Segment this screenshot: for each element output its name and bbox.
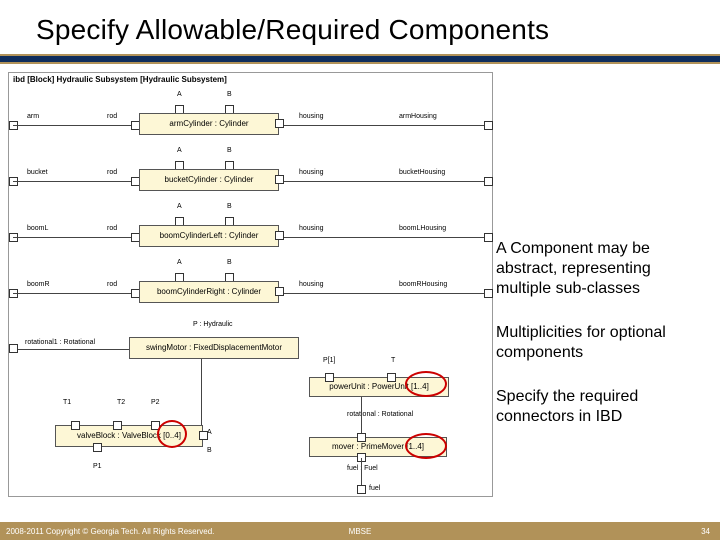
- highlight-circle: [157, 420, 187, 448]
- port-label: A: [177, 147, 182, 154]
- flow-port[interactable]: [484, 233, 493, 242]
- port[interactable]: [113, 421, 122, 430]
- port-label: T1: [63, 399, 71, 406]
- port-label: boomR: [27, 281, 50, 288]
- port-label: arm: [27, 113, 39, 120]
- port-label: boomRHousing: [399, 281, 447, 288]
- port-label: B: [227, 91, 232, 98]
- slide-title: Specify Allowable/Required Components: [0, 0, 720, 54]
- port-label: bucket: [27, 169, 48, 176]
- port-label: boomLHousing: [399, 225, 446, 232]
- ibd-diagram: ibd [Block] Hydraulic Subsystem [Hydraul…: [8, 72, 493, 497]
- port[interactable]: [357, 433, 366, 442]
- port-label: boomL: [27, 225, 48, 232]
- highlight-circle: [405, 371, 447, 397]
- port-label: B: [207, 447, 212, 454]
- port-label: P : Hydraulic: [193, 321, 233, 328]
- port-label: A: [177, 203, 182, 210]
- port[interactable]: [275, 287, 284, 296]
- port-label: fuel: [369, 485, 380, 492]
- port-label: T2: [117, 399, 125, 406]
- port-label: B: [227, 259, 232, 266]
- port-label: rod: [107, 113, 117, 120]
- highlight-circle: [405, 433, 447, 459]
- port-label: B: [227, 203, 232, 210]
- connector: [13, 125, 139, 126]
- port-label: rod: [107, 225, 117, 232]
- port-label: housing: [299, 225, 324, 232]
- connector: [284, 293, 488, 294]
- port-label: A: [177, 91, 182, 98]
- connector: [361, 397, 362, 433]
- accent-bar: [0, 54, 720, 64]
- port-label: T: [391, 357, 395, 364]
- port[interactable]: [275, 175, 284, 184]
- note-text: Multiplicities for optional components: [496, 323, 696, 363]
- port-label: housing: [299, 113, 324, 120]
- port-label: P2: [151, 399, 160, 406]
- port-label: armHousing: [399, 113, 437, 120]
- port-label: rotational : Rotational: [347, 411, 413, 418]
- note-text: Specify the required connectors in IBD: [496, 387, 696, 427]
- connector: [284, 237, 488, 238]
- page-number: 34: [701, 527, 710, 536]
- connector: [284, 181, 488, 182]
- port-label: fuel : Fuel: [347, 465, 378, 472]
- block-cylinder[interactable]: armCylinder : Cylinder: [139, 113, 279, 135]
- connector: [13, 349, 131, 350]
- connector: [13, 181, 139, 182]
- port-label: rotational1 : Rotational: [25, 339, 95, 346]
- connector: [284, 125, 488, 126]
- block-cylinder[interactable]: bucketCylinder : Cylinder: [139, 169, 279, 191]
- port[interactable]: [93, 443, 102, 452]
- port-label: B: [227, 147, 232, 154]
- flow-port[interactable]: [484, 177, 493, 186]
- side-notes: A Component may be abstract, representin…: [496, 239, 696, 451]
- flow-port[interactable]: [9, 344, 18, 353]
- port-label: P[1]: [323, 357, 335, 364]
- port[interactable]: [275, 119, 284, 128]
- port[interactable]: [199, 431, 208, 440]
- port-label: housing: [299, 281, 324, 288]
- block-cylinder[interactable]: boomCylinderLeft : Cylinder: [139, 225, 279, 247]
- flow-port[interactable]: [484, 121, 493, 130]
- note-text: A Component may be abstract, representin…: [496, 239, 696, 299]
- port-label: housing: [299, 169, 324, 176]
- port-label: bucketHousing: [399, 169, 445, 176]
- connector: [13, 293, 139, 294]
- copyright: 2008-2011 Copyright © Georgia Tech. All …: [6, 527, 214, 536]
- port-label: rod: [107, 169, 117, 176]
- connector: [201, 359, 202, 425]
- flow-port[interactable]: [484, 289, 493, 298]
- block-swing-motor[interactable]: swingMotor : FixedDisplacementMotor: [129, 337, 299, 359]
- port[interactable]: [71, 421, 80, 430]
- diagram-header: ibd [Block] Hydraulic Subsystem [Hydraul…: [13, 76, 227, 84]
- port[interactable]: [357, 485, 366, 494]
- port[interactable]: [387, 373, 396, 382]
- port[interactable]: [275, 231, 284, 240]
- footer: 2008-2011 Copyright © Georgia Tech. All …: [0, 522, 720, 540]
- port-label: P1: [93, 463, 102, 470]
- port[interactable]: [325, 373, 334, 382]
- connector: [13, 237, 139, 238]
- port-label: rod: [107, 281, 117, 288]
- port-label: A: [177, 259, 182, 266]
- block-cylinder[interactable]: boomCylinderRight : Cylinder: [139, 281, 279, 303]
